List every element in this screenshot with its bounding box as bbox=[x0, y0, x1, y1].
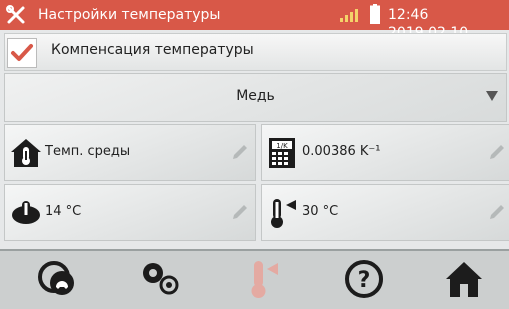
edit-pencil-icon[interactable] bbox=[488, 203, 506, 221]
compensation-checkbox[interactable] bbox=[7, 38, 37, 68]
thermometer-disabled-icon bbox=[251, 261, 278, 298]
edit-pencil-icon[interactable] bbox=[488, 143, 506, 161]
reference-temperature-value: 30 °C bbox=[302, 204, 339, 219]
material-select[interactable]: Медь bbox=[4, 73, 507, 122]
coefficient-value: 0.00386 K⁻¹ bbox=[302, 144, 381, 159]
ambient-temperature-label: Темп. среды bbox=[45, 144, 131, 159]
gears-icon[interactable] bbox=[138, 257, 182, 301]
ambient-temperature-tile[interactable]: Темп. среды bbox=[4, 124, 256, 181]
edit-pencil-icon[interactable] bbox=[231, 203, 249, 221]
help-icon[interactable]: ? bbox=[342, 257, 386, 301]
time: 12:46 bbox=[388, 7, 429, 23]
house-thermometer-icon bbox=[11, 139, 41, 167]
calculator-icon: 1/K bbox=[269, 138, 295, 168]
tools-icon bbox=[6, 5, 25, 24]
svg-text:1/K: 1/K bbox=[276, 142, 288, 150]
temperature-coefficient-tile[interactable]: 1/K 0.00386 K⁻¹ bbox=[261, 124, 509, 181]
reference-temperature-tile[interactable]: 30 °C bbox=[261, 184, 509, 241]
home-icon[interactable] bbox=[442, 257, 486, 301]
temperature-compensation-row[interactable]: Компенсация температуры bbox=[4, 33, 507, 71]
probe-temperature-tile[interactable]: 14 °C bbox=[4, 184, 256, 241]
bottom-toolbar: ? bbox=[0, 249, 509, 309]
sensor-icon[interactable] bbox=[36, 257, 80, 301]
edit-pencil-icon[interactable] bbox=[231, 143, 249, 161]
compensation-label: Компенсация температуры bbox=[51, 42, 254, 58]
dropdown-arrow-icon bbox=[486, 91, 498, 101]
probe-icon bbox=[12, 201, 40, 224]
title-bar: Настройки температуры 12:46 2019.02.10 bbox=[0, 0, 509, 41]
signal-icon bbox=[340, 9, 358, 22]
material-value: Медь bbox=[236, 88, 275, 104]
screen-title: Настройки температуры bbox=[38, 7, 221, 23]
svg-text:?: ? bbox=[358, 268, 371, 293]
thermometer-icon bbox=[271, 199, 296, 228]
checkmark-icon bbox=[11, 44, 33, 61]
battery-icon bbox=[370, 4, 380, 24]
probe-temperature-value: 14 °C bbox=[45, 204, 82, 219]
